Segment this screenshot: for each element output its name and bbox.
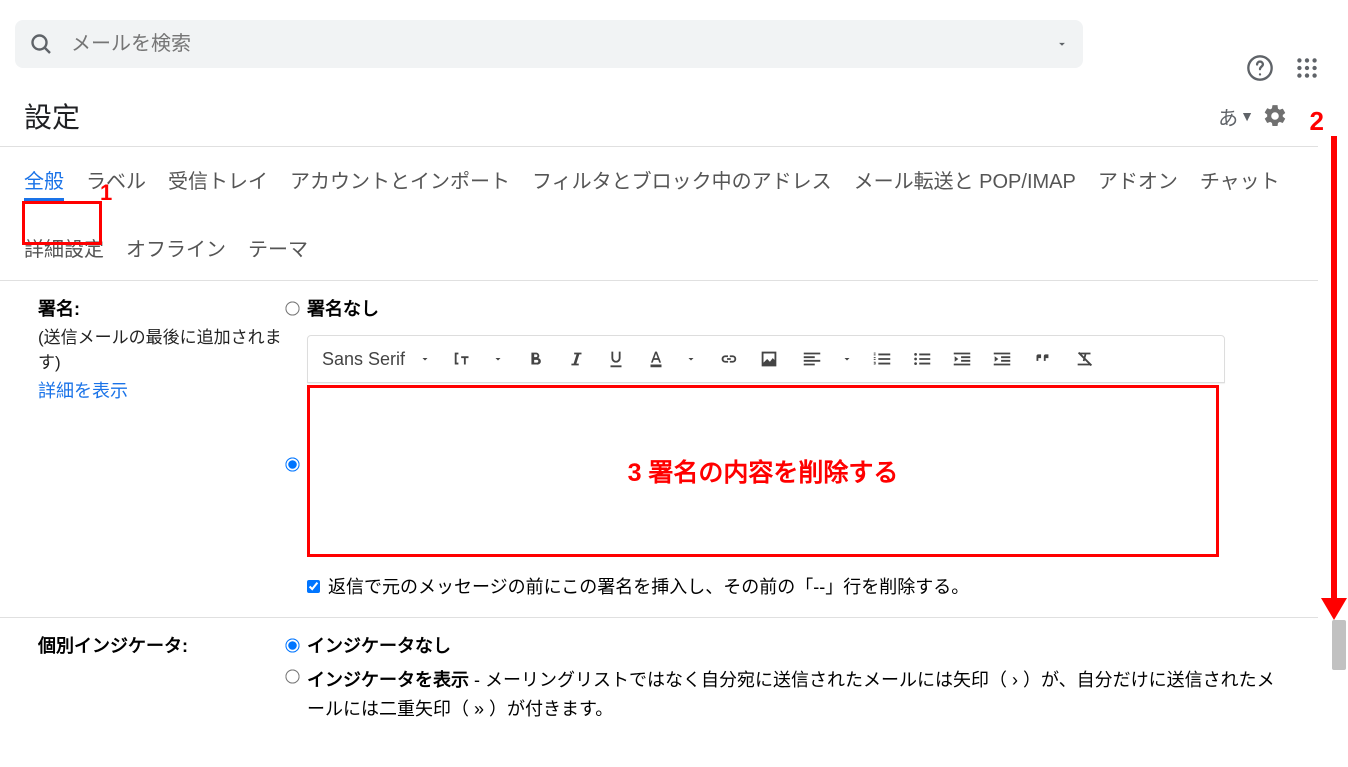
numbered-list-icon[interactable]: [863, 342, 901, 376]
indicator-none-radio[interactable]: [285, 638, 299, 652]
signature-label-desc: (送信メールの最後に追加されます): [38, 323, 286, 373]
bold-icon[interactable]: [517, 342, 555, 376]
indicator-none-row[interactable]: インジケータなし: [286, 632, 1278, 658]
signature-section: 署名: (送信メールの最後に追加されます) 詳細を表示 署名なし Sans Se…: [0, 281, 1318, 618]
tab-accounts[interactable]: アカウントとインポート: [290, 165, 510, 201]
italic-icon[interactable]: [557, 342, 595, 376]
apps-grid-icon[interactable]: [1294, 55, 1320, 81]
indicator-section: 個別インジケータ: インジケータなし インジケータを表示 - メーリングリストで…: [0, 618, 1318, 750]
signature-insert-checkbox[interactable]: [307, 580, 320, 593]
tab-labels[interactable]: ラベル: [86, 165, 146, 201]
signature-none-radio[interactable]: [285, 301, 299, 315]
indicator-none-label: インジケータなし: [307, 632, 451, 658]
font-family-caret-icon[interactable]: [411, 347, 439, 371]
annotation-2: 2: [1310, 106, 1324, 137]
scrollbar-thumb[interactable]: [1332, 620, 1346, 670]
annotation-3-text: 3 署名の内容を削除する: [628, 453, 899, 489]
search-icon: [29, 32, 53, 56]
text-color-icon[interactable]: [637, 342, 675, 376]
settings-tabs: 全般 ラベル 受信トレイ アカウントとインポート フィルタとブロック中のアドレス…: [0, 147, 1318, 280]
signature-editor-toolbar: Sans Serif: [307, 335, 1225, 383]
page-title: 設定: [24, 96, 80, 136]
signature-body: 署名なし Sans Serif: [286, 295, 1318, 599]
quote-icon[interactable]: [1023, 342, 1061, 376]
help-icon[interactable]: [1246, 54, 1274, 82]
search-options-caret[interactable]: [1055, 37, 1069, 51]
link-icon[interactable]: [710, 342, 748, 376]
signature-label-col: 署名: (送信メールの最後に追加されます) 詳細を表示: [38, 295, 286, 599]
font-size-caret-icon[interactable]: [484, 347, 512, 371]
search-bar[interactable]: [15, 20, 1083, 68]
signature-custom-radio[interactable]: [285, 457, 299, 471]
settings-content: 署名: (送信メールの最後に追加されます) 詳細を表示 署名なし Sans Se…: [0, 280, 1318, 750]
tab-offline[interactable]: オフライン: [126, 233, 226, 266]
tab-filters[interactable]: フィルタとブロック中のアドレス: [532, 165, 832, 201]
signature-label-title: 署名:: [38, 295, 286, 321]
signature-none-row[interactable]: 署名なし: [286, 295, 1278, 321]
input-method-label[interactable]: あ: [1218, 102, 1238, 131]
indicator-body: インジケータなし インジケータを表示 - メーリングリストではなく自分宛に送信さ…: [286, 632, 1318, 732]
settings-title-row: 設定 あ ▼: [0, 68, 1318, 147]
tab-general[interactable]: 全般: [24, 165, 64, 201]
tab-advanced[interactable]: 詳細設定: [24, 233, 104, 266]
align-icon[interactable]: [793, 342, 831, 376]
signature-custom-row[interactable]: Sans Serif: [286, 329, 1278, 599]
search-input[interactable]: [71, 33, 1055, 56]
signature-details-link[interactable]: 詳細を表示: [38, 377, 128, 403]
scrollbar-track[interactable]: [1330, 120, 1348, 767]
signature-editor[interactable]: 3 署名の内容を削除する: [307, 385, 1219, 557]
indicator-show-row[interactable]: インジケータを表示 - メーリングリストではなく自分宛に送信されたメールには矢印…: [286, 666, 1278, 724]
indicator-show-title: インジケータを表示: [307, 670, 469, 690]
indicator-label-col: 個別インジケータ:: [38, 632, 286, 732]
tab-themes[interactable]: テーマ: [248, 233, 308, 266]
indicator-label-title: 個別インジケータ:: [38, 632, 286, 658]
font-size-icon[interactable]: [444, 342, 482, 376]
tab-addons[interactable]: アドオン: [1098, 165, 1178, 201]
image-icon[interactable]: [750, 342, 788, 376]
tab-chat[interactable]: チャット: [1200, 165, 1280, 201]
tab-forwarding[interactable]: メール転送と POP/IMAP: [854, 165, 1076, 201]
font-family-select[interactable]: Sans Serif: [312, 349, 409, 370]
bullet-list-icon[interactable]: [903, 342, 941, 376]
signature-none-label: 署名なし: [307, 295, 379, 321]
header-icons: [1246, 54, 1320, 82]
underline-icon[interactable]: [597, 342, 635, 376]
align-caret-icon[interactable]: [833, 347, 861, 371]
lang-gear-group: あ ▼: [1218, 102, 1288, 131]
tab-inbox[interactable]: 受信トレイ: [168, 165, 268, 201]
chevron-down-icon[interactable]: ▼: [1240, 108, 1254, 124]
text-color-caret-icon[interactable]: [677, 347, 705, 371]
indicator-show-radio[interactable]: [285, 669, 299, 683]
signature-checkbox-row[interactable]: 返信で元のメッセージの前にこの署名を挿入し、その前の「--」行を削除する。: [307, 573, 1278, 599]
annotation-1: 1: [100, 180, 112, 206]
indent-more-icon[interactable]: [983, 342, 1021, 376]
gear-icon[interactable]: [1262, 103, 1288, 129]
indent-less-icon[interactable]: [943, 342, 981, 376]
signature-checkbox-label: 返信で元のメッセージの前にこの署名を挿入し、その前の「--」行を削除する。: [328, 573, 969, 599]
remove-formatting-icon[interactable]: [1066, 342, 1104, 376]
